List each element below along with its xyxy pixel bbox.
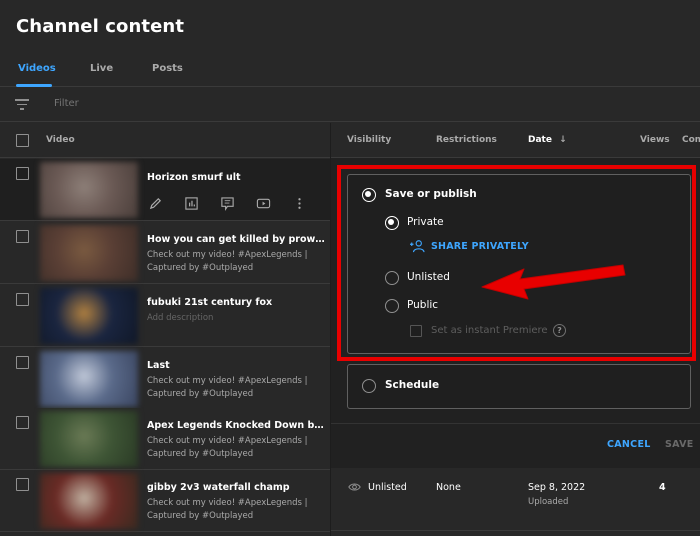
filter-icon[interactable] — [15, 99, 29, 111]
row-checkbox[interactable] — [16, 230, 29, 243]
filter-input[interactable] — [54, 98, 254, 109]
video-title[interactable]: Horizon smurf ult — [147, 172, 325, 183]
video-thumbnail[interactable] — [40, 411, 138, 467]
video-title[interactable]: Last — [147, 360, 325, 371]
video-thumbnail[interactable] — [40, 351, 138, 407]
tab-videos[interactable]: Videos — [18, 63, 56, 74]
more-options-icon[interactable] — [291, 195, 307, 211]
column-date[interactable]: Date ↓ — [528, 135, 567, 145]
eye-icon — [348, 483, 361, 491]
page-title: Channel content — [16, 16, 185, 37]
video-description: Check out my video! #ApexLegends | Captu… — [147, 250, 308, 273]
video-description: Check out my video! #ApexLegends | Captu… — [147, 498, 308, 521]
video-row[interactable]: Last Check out my video! #ApexLegends | … — [0, 348, 330, 410]
date-status: Uploaded — [528, 497, 569, 507]
video-title[interactable]: How you can get killed by prowler — [147, 234, 325, 245]
youtube-icon[interactable] — [255, 195, 271, 211]
tab-live[interactable]: Live — [90, 63, 113, 74]
video-title[interactable]: fubuki 21st century fox — [147, 297, 325, 308]
video-row-details: Unlisted None Sep 8, 2022 Uploaded 4 — [331, 469, 700, 531]
save-button[interactable]: SAVE — [665, 439, 694, 450]
video-row[interactable]: gibby 2v3 waterfall champ Check out my v… — [0, 470, 330, 532]
filter-bar — [0, 88, 700, 122]
visibility-value[interactable]: Unlisted — [368, 482, 407, 493]
video-title[interactable]: gibby 2v3 waterfall champ — [147, 482, 325, 493]
views-value: 4 — [659, 482, 666, 493]
video-description: Check out my video! #ApexLegends | Captu… — [147, 436, 308, 459]
video-title[interactable]: Apex Legends Knocked Down by you. ... — [147, 420, 325, 431]
video-description: Check out my video! #ApexLegends | Captu… — [147, 376, 308, 399]
panel-divider — [331, 423, 700, 424]
column-visibility[interactable]: Visibility — [347, 135, 391, 145]
column-views[interactable]: Views — [640, 135, 670, 145]
tab-posts[interactable]: Posts — [152, 63, 183, 74]
video-thumbnail[interactable] — [40, 162, 138, 218]
video-thumbnail[interactable] — [40, 288, 138, 344]
row-checkbox[interactable] — [16, 416, 29, 429]
schedule-card[interactable]: Schedule — [347, 364, 691, 409]
analytics-icon[interactable] — [183, 195, 199, 211]
content-tabs: Videos Live Posts — [0, 56, 700, 87]
select-all-checkbox[interactable] — [16, 134, 29, 147]
edit-icon[interactable] — [147, 195, 163, 211]
row-actions — [147, 195, 327, 211]
video-thumbnail[interactable] — [40, 473, 138, 529]
video-row[interactable]: Horizon smurf ult — [0, 159, 330, 221]
video-row[interactable]: How you can get killed by prowler Check … — [0, 222, 330, 284]
comments-icon[interactable] — [219, 195, 235, 211]
video-row[interactable]: fubuki 21st century fox Add description — [0, 285, 330, 347]
column-video: Video — [46, 135, 75, 145]
active-tab-indicator — [16, 84, 52, 87]
row-checkbox[interactable] — [16, 167, 29, 180]
column-comments[interactable]: Com — [682, 135, 700, 145]
date-value: Sep 8, 2022 — [528, 482, 586, 493]
row-checkbox[interactable] — [16, 356, 29, 369]
table-header: Video Visibility Restrictions Date ↓ Vie… — [0, 123, 700, 158]
column-date-label: Date — [528, 135, 552, 145]
schedule-label[interactable]: Schedule — [385, 379, 439, 391]
restrictions-value: None — [436, 482, 461, 493]
channel-content-page: Channel content Videos Live Posts Video … — [0, 0, 700, 536]
video-description[interactable]: Add description — [147, 312, 327, 325]
column-restrictions[interactable]: Restrictions — [436, 135, 497, 145]
row-checkbox[interactable] — [16, 478, 29, 491]
video-thumbnail[interactable] — [40, 225, 138, 281]
annotation-arrow — [481, 264, 626, 300]
schedule-radio[interactable] — [362, 379, 376, 393]
video-row[interactable]: Apex Legends Knocked Down by you. ... Ch… — [0, 408, 330, 470]
row-checkbox[interactable] — [16, 293, 29, 306]
cancel-button[interactable]: CANCEL — [607, 439, 651, 450]
sort-down-icon: ↓ — [559, 135, 567, 145]
